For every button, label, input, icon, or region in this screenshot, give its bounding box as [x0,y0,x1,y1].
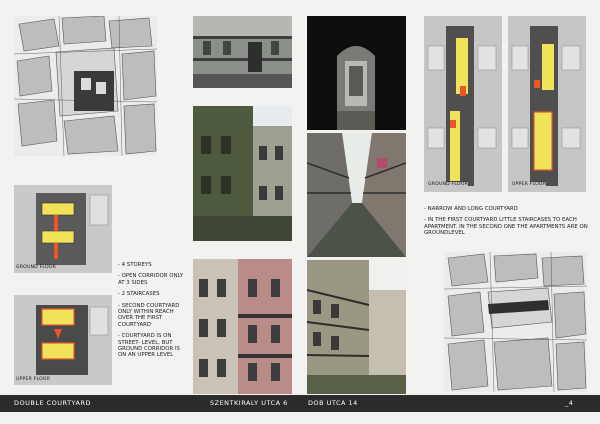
note-item: - SECOND COURTYARD ONLY WITHIN REACH OVE… [118,302,180,328]
photo-courtyard-balconies [193,16,292,88]
footer-title: DOUBLE COURTYARD [14,399,91,407]
note-item: - NARROW AND LONG COURTYARD [424,206,518,212]
footer-street-2: DOB UTCA 14 [308,399,358,407]
note-item: - OPEN CORRIDOR ONLY AT 3 SIDES [118,273,184,286]
caption-ground-floor-right: GROUND FLOOR [428,182,469,188]
note-item: - COURTYARD IS ON STREET- LEVEL, BUT GRO… [118,333,180,359]
photo-archway [307,16,406,130]
photo-ivy-courtyard [193,106,292,241]
footer-page-number: _4 [565,399,574,407]
ground-floor-plan-right: GROUND FLOOR [424,16,502,192]
photo-long-courtyard [307,133,406,257]
photo-courtyard-corridors [307,260,406,394]
caption-ground-floor-left: GROUND FLOOR [16,265,57,271]
ground-floor-plan-left: GROUND FLOOR [14,185,112,273]
caption-upper-floor-left: UPPER FLOOR [16,377,51,383]
upper-floor-plan-left: UPPER FLOOR [14,295,112,385]
note-item: - 2 STAIRCASES [118,291,160,298]
upper-floor-plan-right: UPPER FLOOR [508,16,586,192]
left-notes: - 4 STOREYS - OPEN CORRIDOR ONLY AT 3 SI… [118,262,186,364]
caption-upper-floor-right: UPPER FLOOR [512,182,547,188]
site-map-top-left [14,16,157,156]
photo-facade-windows [193,259,292,394]
footer-bar: DOUBLE COURTYARD SZENTKIRALY UTCA 6 DOB … [0,395,600,412]
note-item: - IN THE FIRST COURTYARD LITTLE STAIRCAS… [424,217,588,237]
footer-street-1: SZENTKIRALY UTCA 6 [210,399,288,407]
note-item: - 4 STOREYS [118,262,152,268]
site-map-bottom-right [444,252,587,392]
right-notes: - NARROW AND LONG COURTYARD - IN THE FIR… [424,206,589,242]
